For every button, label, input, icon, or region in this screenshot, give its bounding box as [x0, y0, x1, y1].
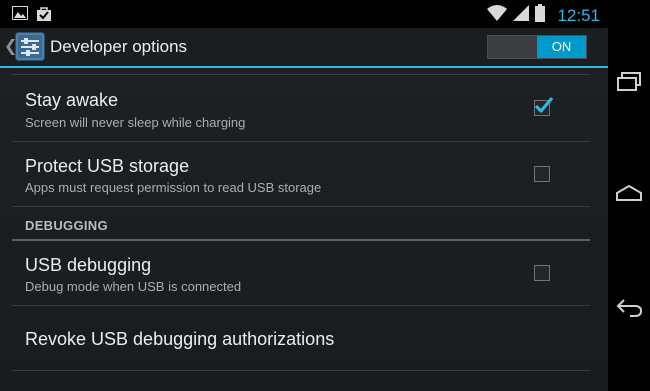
developer-options-icon[interactable] [15, 32, 45, 61]
system-status: 12:51 [487, 4, 600, 27]
gallery-icon [12, 6, 28, 27]
setting-title: USB debugging [25, 255, 152, 275]
wifi-icon [487, 5, 508, 26]
usb-debugging-checkbox[interactable] [534, 265, 550, 281]
setting-protect-usb-storage[interactable]: Protect USB storage Apps must request pe… [12, 142, 590, 207]
stay-awake-checkbox[interactable] [534, 96, 554, 116]
checkmark-icon [534, 96, 554, 113]
setting-summary: Apps must request permission to read USB… [25, 180, 322, 195]
setting-title: Revoke USB debugging authorizations [25, 329, 335, 349]
recent-apps-icon[interactable] [614, 70, 644, 96]
setting-summary: Screen will never sleep while charging [25, 115, 246, 130]
setting-title: Protect USB storage [25, 156, 190, 176]
action-bar: ❮ Developer options ON [0, 28, 608, 68]
signal-icon [513, 5, 530, 26]
back-icon[interactable] [614, 296, 644, 322]
setting-summary: Debug mode when USB is connected [25, 279, 242, 294]
setting-revoke-usb-authorizations[interactable]: Revoke USB debugging authorizations [12, 306, 590, 371]
developer-options-toggle[interactable]: ON [487, 35, 587, 59]
setting-stay-awake[interactable]: Stay awake Screen will never sleep while… [12, 75, 590, 142]
protect-usb-storage-checkbox[interactable] [534, 166, 550, 182]
shopping-bag-icon [36, 6, 52, 27]
page-title: Developer options [50, 37, 188, 56]
setting-title: Stay awake [25, 90, 119, 110]
home-icon[interactable] [614, 182, 644, 208]
category-label: DEBUGGING [25, 218, 108, 233]
status-clock: 12:51 [557, 5, 600, 25]
developer-options-screen: 12:51 ❮ Developer options ON Stay awake [0, 0, 608, 391]
notification-area [12, 6, 52, 27]
battery-icon [535, 4, 546, 27]
navigation-bar [608, 0, 650, 391]
toggle-on-label: ON [537, 36, 586, 58]
setting-usb-debugging[interactable]: USB debugging Debug mode when USB is con… [12, 241, 590, 306]
status-bar: 12:51 [0, 0, 608, 28]
category-header: DEBUGGING [12, 214, 590, 241]
